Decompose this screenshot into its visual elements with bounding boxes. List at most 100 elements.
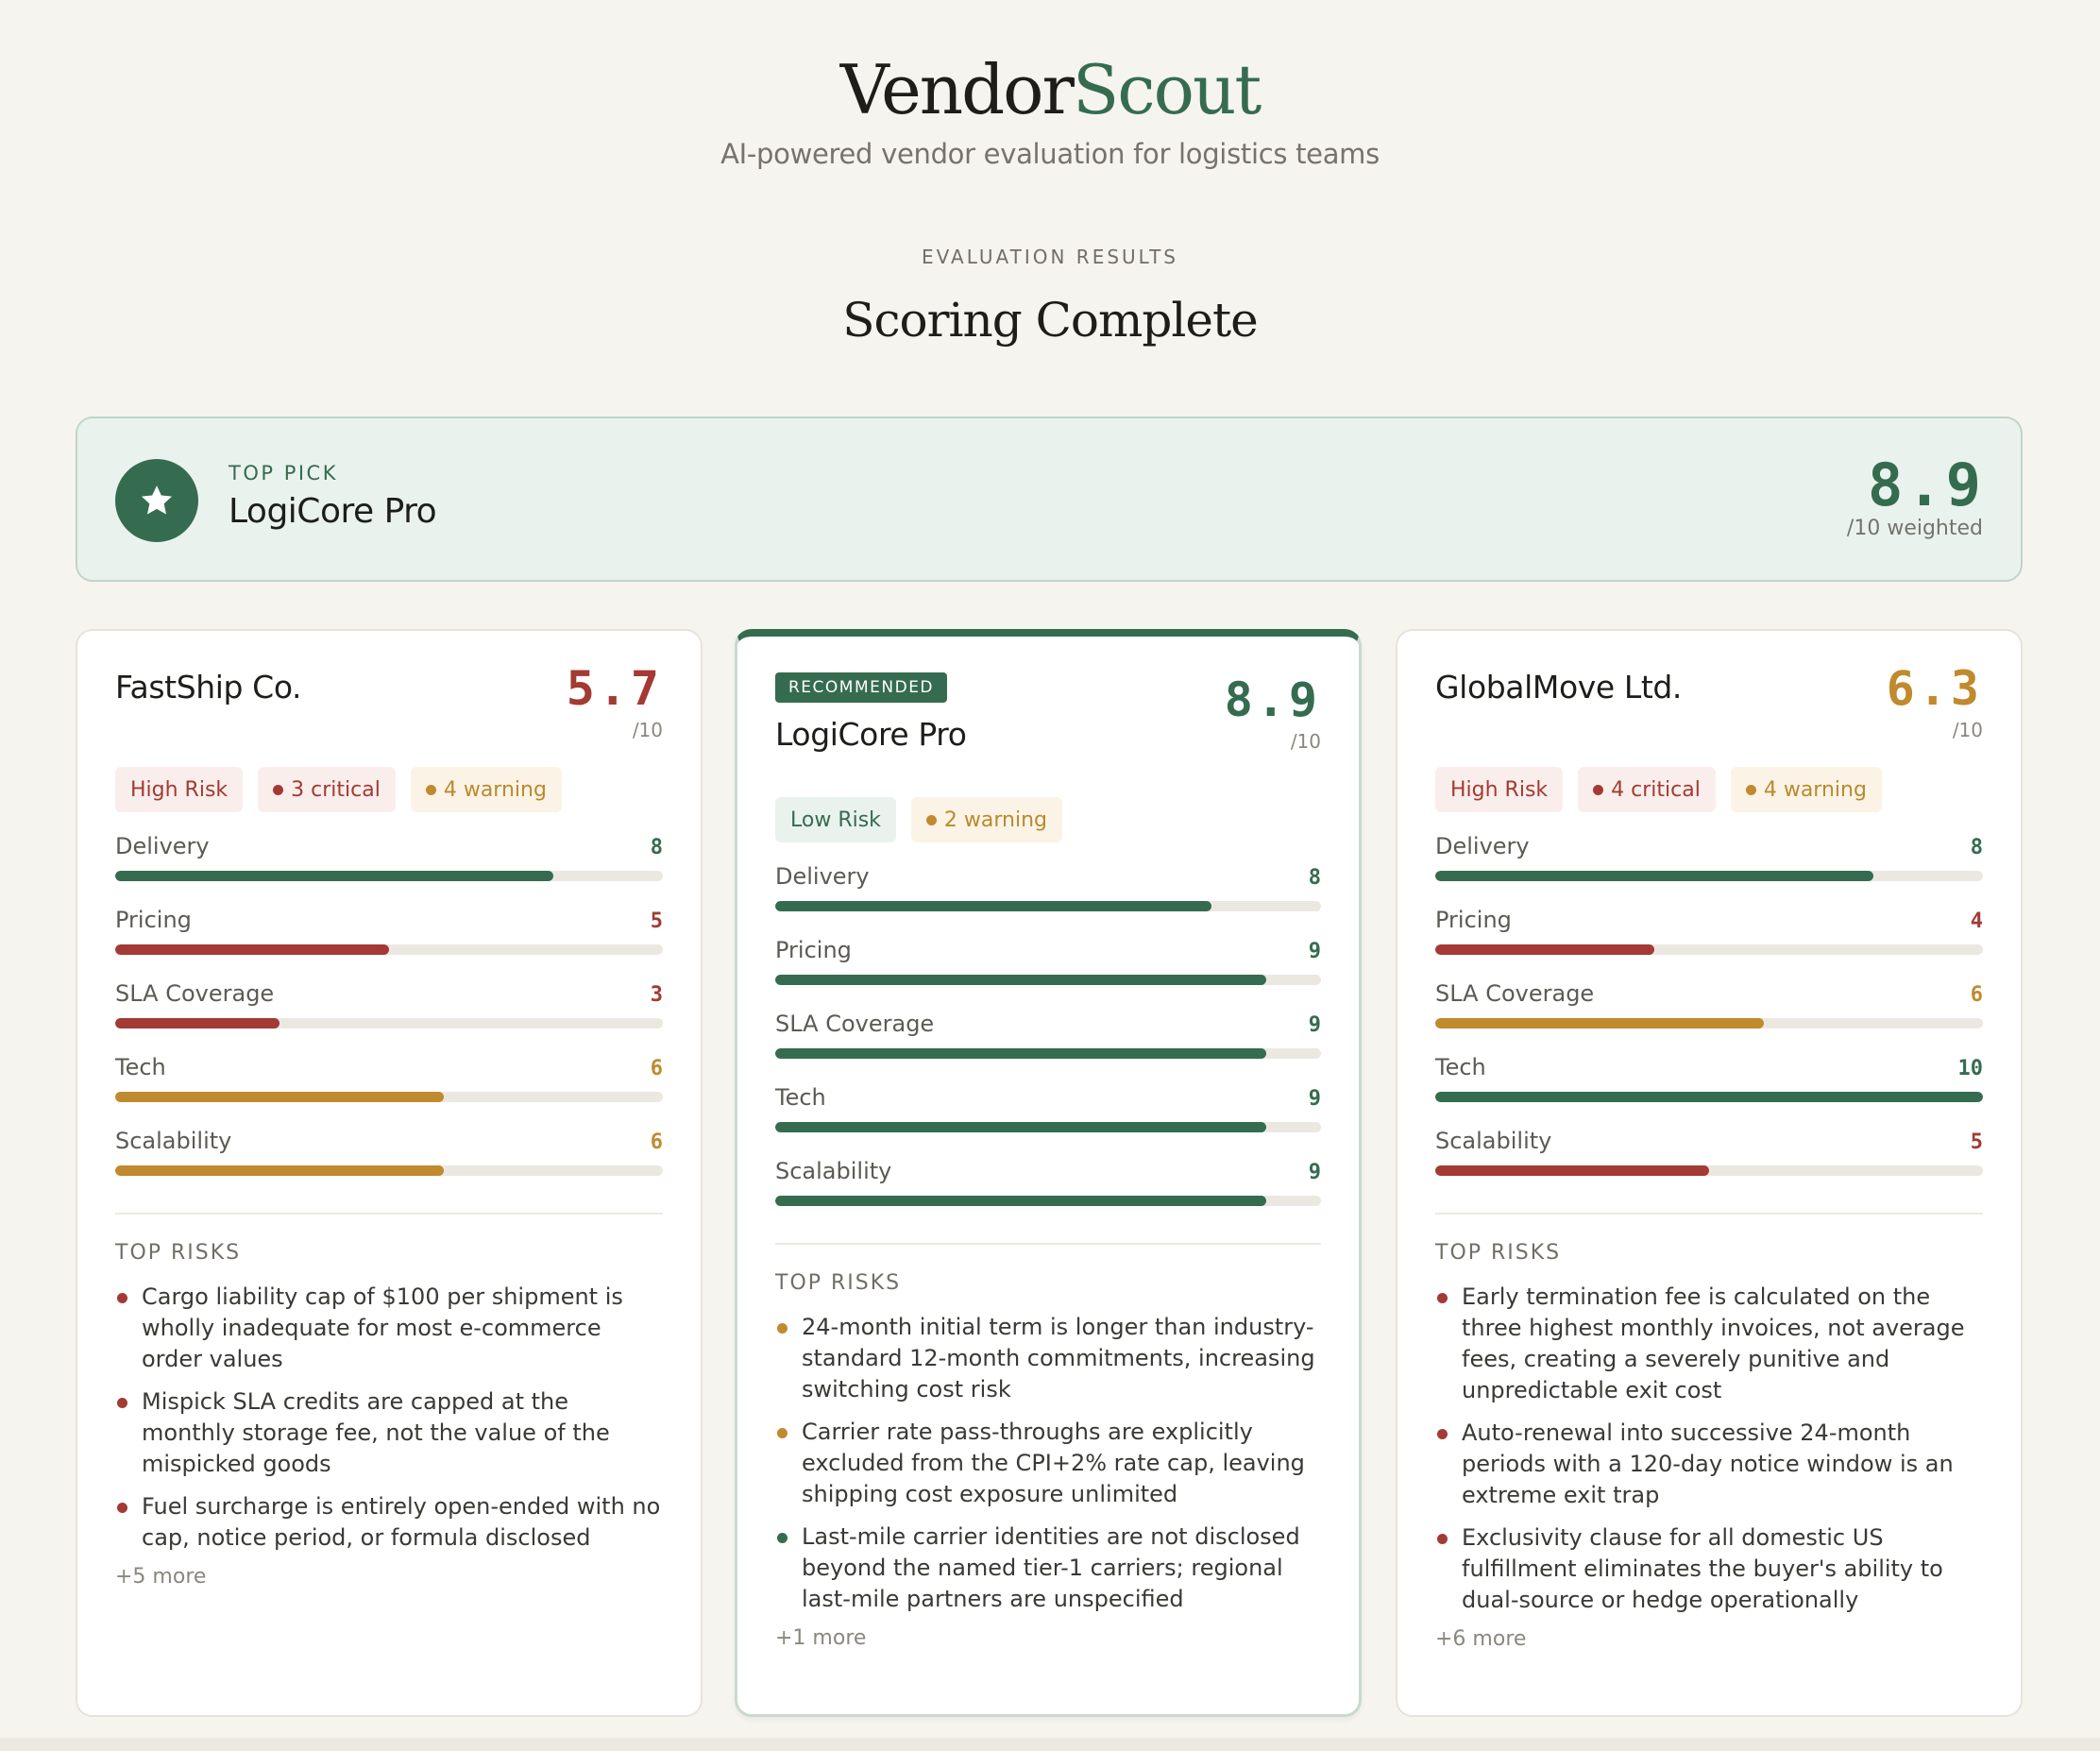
app-tagline: AI-powered vendor evaluation for logisti… (720, 138, 1380, 170)
critical-count: 4 critical (1611, 777, 1701, 802)
metric-value: 6 (1970, 983, 1983, 1007)
metric-fill (775, 901, 1212, 911)
metric-header: Pricing 5 (115, 907, 663, 933)
risk-item: Last-mile carrier identities are not dis… (775, 1522, 1321, 1615)
risk-item: 24-month initial term is longer than ind… (775, 1312, 1321, 1405)
metric-header: Scalability 6 (115, 1128, 663, 1154)
metric-track (775, 901, 1321, 911)
metric-value: 5 (1970, 1130, 1983, 1154)
app-logo: VendorScout (0, 47, 2100, 132)
critical-dot-icon (273, 784, 284, 795)
metric-track (115, 1165, 663, 1176)
metric-value: 5 (650, 910, 663, 933)
risk-level-badge: Low Risk (775, 797, 896, 842)
metric-row: Tech 9 (775, 1084, 1321, 1158)
metric-header: Scalability 9 (775, 1158, 1321, 1184)
metric-fill (115, 1092, 444, 1102)
logo-part-1: Vendor (839, 50, 1075, 129)
metric-label: Pricing (115, 907, 192, 933)
metric-row: SLA Coverage 6 (1435, 980, 1983, 1054)
top-risks-heading: TOP RISKS (115, 1241, 242, 1265)
metric-row: Delivery 8 (775, 863, 1321, 937)
metric-track (115, 1092, 663, 1102)
metric-label: SLA Coverage (1435, 980, 1595, 1007)
metric-row: Pricing 5 (115, 907, 663, 980)
metric-value: 8 (1308, 866, 1321, 890)
warning-count: 4 warning (443, 777, 547, 802)
severity-dot-icon (117, 1503, 127, 1513)
more-risks-link[interactable]: +5 more (115, 1565, 663, 1589)
vendor-card-logicore[interactable]: RECOMMENDED LogiCore Pro 8.9 /10 Low Ris… (735, 629, 1362, 1717)
metric-value: 3 (650, 983, 663, 1007)
risk-text: Fuel surcharge is entirely open-ended wi… (142, 1493, 661, 1551)
metric-fill (115, 1165, 444, 1176)
metric-fill (775, 1048, 1267, 1059)
metric-track (1435, 1165, 1983, 1176)
metric-row: Delivery 8 (1435, 833, 1983, 907)
severity-dot-icon (777, 1428, 788, 1438)
metric-label: Scalability (115, 1128, 232, 1154)
risk-text: Exclusivity clause for all domestic US f… (1462, 1524, 1943, 1613)
vendor-card-fastship[interactable]: FastShip Co. 5.7 /10 High Risk 3 critica… (76, 629, 703, 1717)
score-scale: /10 (632, 719, 663, 741)
card-header: FastShip Co. 5.7 /10 (115, 663, 663, 744)
metric-header: SLA Coverage 3 (115, 980, 663, 1007)
metric-value: 9 (1308, 1161, 1321, 1184)
metric-value: 4 (1970, 910, 1983, 933)
top-pick-score-sub: /10 weighted (1846, 517, 1983, 540)
risk-text: Carrier rate pass-throughs are explicitl… (802, 1419, 1305, 1507)
score-box: 6.3 /10 (1886, 661, 1983, 742)
risk-text: Last-mile carrier identities are not dis… (802, 1523, 1300, 1612)
risk-item: Mispick SLA credits are capped at the mo… (115, 1386, 663, 1480)
metric-label: Tech (775, 1084, 826, 1111)
metric-value: 8 (650, 836, 663, 859)
critical-count: 3 critical (291, 777, 381, 802)
risk-text: Cargo liability cap of $100 per shipment… (142, 1284, 623, 1372)
risk-tags: High Risk 4 critical 4 warning (1435, 767, 1983, 812)
warning-dot-icon (425, 784, 436, 795)
metric-row: Pricing 4 (1435, 907, 1983, 980)
metric-value: 6 (650, 1057, 663, 1080)
divider (1435, 1213, 1983, 1215)
metric-track (1435, 1092, 1983, 1102)
metric-row: Scalability 5 (1435, 1128, 1983, 1201)
risk-item: Early termination fee is calculated on t… (1435, 1282, 1983, 1406)
metric-label: Scalability (775, 1158, 892, 1184)
logo-part-2: Scout (1072, 50, 1262, 129)
vendor-score: 8.9 (1224, 672, 1321, 727)
metric-value: 9 (1308, 940, 1321, 963)
more-risks-link[interactable]: +1 more (775, 1626, 1321, 1650)
risk-text: 24-month initial term is longer than ind… (802, 1314, 1315, 1402)
metric-label: SLA Coverage (775, 1011, 935, 1037)
metric-list: Delivery 8 Pricing 5 SLA Coverage 3 Tech 6 Scala… (115, 833, 663, 1201)
severity-dot-icon (117, 1293, 127, 1303)
warning-dot-icon (925, 814, 937, 825)
critical-dot-icon (1593, 784, 1604, 795)
metric-header: Scalability 5 (1435, 1128, 1983, 1154)
metric-value: 9 (1308, 1087, 1321, 1111)
metric-label: Tech (1435, 1054, 1486, 1080)
metric-track (115, 944, 663, 955)
metric-header: Pricing 4 (1435, 907, 1983, 933)
metric-fill (115, 1018, 279, 1028)
risk-list: Early termination fee is calculated on t… (1435, 1282, 1983, 1616)
severity-dot-icon (1437, 1293, 1448, 1303)
score-scale: /10 (1952, 719, 1983, 741)
risk-text: Mispick SLA credits are capped at the mo… (142, 1388, 610, 1477)
risk-item: Auto-renewal into successive 24-month pe… (1435, 1418, 1983, 1511)
more-risks-link[interactable]: +6 more (1435, 1627, 1983, 1651)
risk-tags: Low Risk 2 warning (775, 797, 1321, 842)
critical-count-badge: 3 critical (258, 767, 396, 812)
top-pick-banner[interactable]: TOP PICK LogiCore Pro 8.9 /10 weighted (76, 416, 2023, 582)
critical-count-badge: 4 critical (1578, 767, 1716, 812)
risk-item: Exclusivity clause for all domestic US f… (1435, 1522, 1983, 1616)
metric-fill (775, 1196, 1267, 1206)
severity-dot-icon (777, 1323, 788, 1334)
page-bottom-edge (0, 1738, 2100, 1751)
vendor-score: 6.3 (1886, 661, 1983, 716)
metric-value: 9 (1308, 1013, 1321, 1037)
metric-header: Tech 9 (775, 1084, 1321, 1111)
vendor-card-globalmove[interactable]: GlobalMove Ltd. 6.3 /10 High Risk 4 crit… (1396, 629, 2023, 1717)
divider (775, 1243, 1321, 1245)
metric-track (115, 871, 663, 881)
